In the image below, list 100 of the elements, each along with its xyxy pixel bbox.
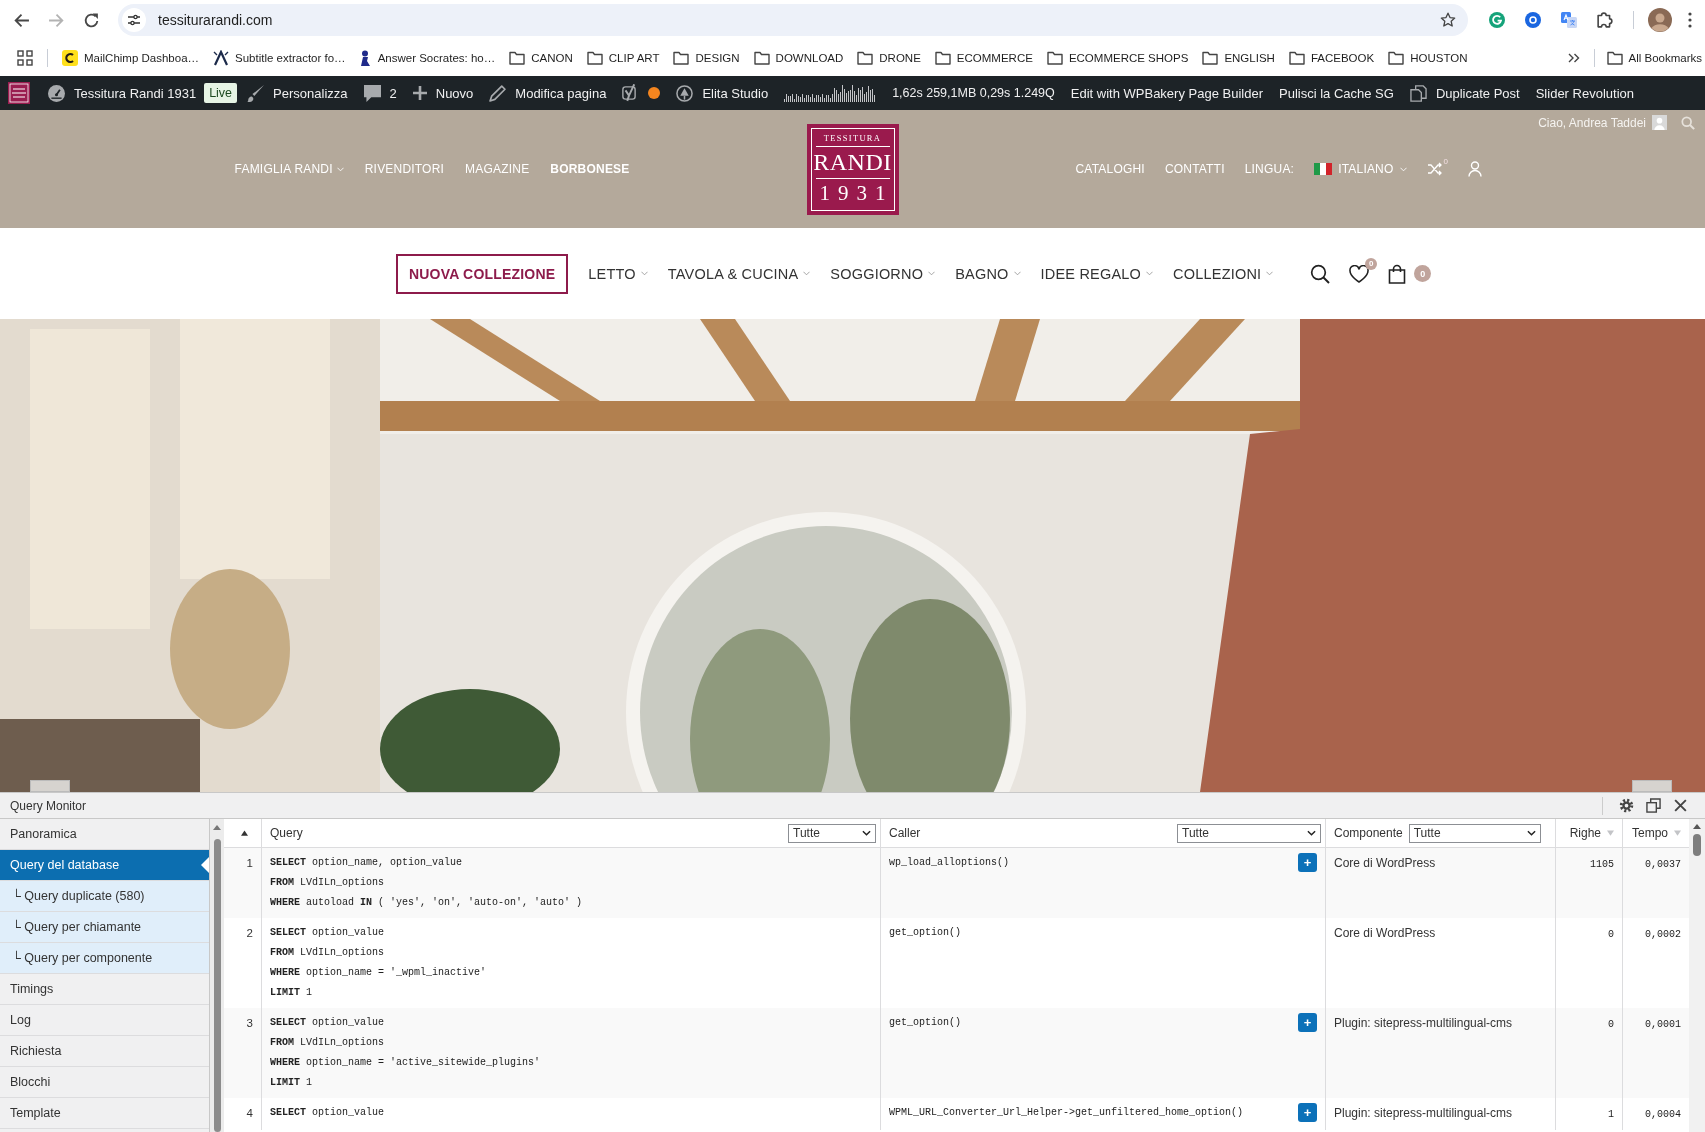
filter-dropdown[interactable]: Tutte xyxy=(1408,823,1541,843)
comments-link[interactable]: 2 xyxy=(363,84,397,102)
scrollbar[interactable] xyxy=(1689,819,1705,1132)
live-badge: Live xyxy=(204,83,238,103)
panel-menu-item[interactable]: Log xyxy=(0,1005,209,1036)
studio-link[interactable]: Elita Studio xyxy=(676,84,769,102)
main-menu-link[interactable]: COLLEZIONI xyxy=(1173,265,1274,282)
bookmark-folder[interactable]: HOUSTON xyxy=(1388,51,1468,65)
y-mark-icon[interactable] xyxy=(622,84,637,102)
sort-button[interactable]: Righe xyxy=(1569,826,1614,840)
panel-menu-item[interactable]: Richiesta xyxy=(0,1036,209,1067)
panel-submenu-item[interactable]: └ Query per componente xyxy=(0,943,209,974)
main-menu-link[interactable]: TAVOLA & CUCINA xyxy=(667,265,811,282)
filter-dropdown[interactable]: Tutte xyxy=(1177,823,1321,843)
bookmark-folder[interactable]: DOWNLOAD xyxy=(753,51,844,65)
admin-bar-link[interactable]: Slider Revolution xyxy=(1535,85,1634,101)
scrollbar[interactable] xyxy=(210,819,224,1132)
slider-tab[interactable] xyxy=(30,780,70,792)
bookmark-star-icon[interactable] xyxy=(1440,12,1456,28)
folder-icon xyxy=(1606,51,1623,65)
puzzle-icon[interactable] xyxy=(1597,12,1613,28)
panel-menu-item[interactable]: Query del database xyxy=(0,850,209,881)
panel-menu-item[interactable]: Timings xyxy=(0,974,209,1005)
chevrons-right-icon[interactable] xyxy=(1567,53,1580,63)
panel-submenu-item[interactable]: └ Query duplicate (580) xyxy=(0,881,209,912)
chevron-down-icon xyxy=(862,830,871,836)
customize-link[interactable]: Personalizza xyxy=(247,84,348,102)
sql-query: SELECT option_value FROM LVdILn_options WHERE option_name = '_wpml_inactive' LIMIT 1 xyxy=(270,926,488,1000)
row-count: 0 xyxy=(1608,929,1614,940)
popout-icon[interactable] xyxy=(1646,798,1661,813)
pencil-icon xyxy=(489,84,507,102)
site-info-icon[interactable] xyxy=(122,8,146,32)
main-menu-link[interactable]: IDEE REGALO xyxy=(1040,265,1154,282)
performance-link[interactable]: 1,62s 259,1MB 0,29s 1.249Q xyxy=(784,84,1055,102)
folder-icon xyxy=(1388,51,1405,65)
main-menu-link[interactable]: BAGNO xyxy=(955,265,1021,282)
translate-icon[interactable] xyxy=(1561,12,1577,28)
chevron-down-icon xyxy=(1307,830,1316,836)
new-collection-button[interactable]: NUOVA COLLEZIONE xyxy=(396,253,569,294)
panel-menu-item[interactable]: Template xyxy=(0,1098,209,1129)
copy-icon xyxy=(1409,84,1427,102)
speech-bubble-icon xyxy=(363,84,381,102)
panel-menu-item[interactable]: Blocchi xyxy=(0,1067,209,1098)
more-menu-icon[interactable] xyxy=(1688,12,1692,28)
caller-function: WPML_URL_Converter_Url_Helper->get_unfiltered_home_option() xyxy=(889,1106,1244,1120)
cart-count-badge: 0 xyxy=(1414,265,1432,282)
brand-logo[interactable]: TESSITURA RANDI 1931 xyxy=(806,123,899,215)
apps-grid-icon[interactable] xyxy=(17,50,33,66)
column-header: Caller xyxy=(889,826,921,840)
scroll-up-icon[interactable] xyxy=(1693,824,1701,829)
figure-icon xyxy=(359,50,372,66)
close-icon[interactable] xyxy=(1673,798,1688,813)
back-icon[interactable] xyxy=(13,11,30,29)
folder-icon xyxy=(1202,51,1219,65)
bookmark-folder[interactable]: DESIGN xyxy=(673,51,740,65)
admin-bar-link[interactable]: Pulisci la Cache SG xyxy=(1279,85,1394,101)
bookmark-link[interactable]: MailChimp Dashboa… xyxy=(62,50,200,66)
scrollbar-thumb[interactable] xyxy=(213,839,221,1132)
settings-icon[interactable] xyxy=(1619,798,1634,813)
sort-ascending-icon[interactable] xyxy=(241,830,248,836)
bookmark-folder[interactable]: ECOMMERCE SHOPS xyxy=(1046,51,1189,65)
expand-button[interactable]: + xyxy=(1298,853,1317,872)
heart-icon[interactable] xyxy=(1349,264,1370,283)
component-name: Core di WordPress xyxy=(1334,926,1436,940)
edit-page-link[interactable]: Modifica pagina xyxy=(489,84,607,102)
reload-icon[interactable] xyxy=(83,11,100,29)
admin-bar-link[interactable]: Edit with WPBakery Page Builder xyxy=(1070,85,1263,101)
bookmark-folder[interactable]: ECOMMERCE xyxy=(934,51,1033,65)
address-bar[interactable]: tessiturarandi.com xyxy=(118,4,1468,36)
circle-logo-icon[interactable] xyxy=(1525,12,1541,28)
row-count: 1 xyxy=(1608,1109,1614,1120)
g-logo-icon[interactable] xyxy=(1489,12,1505,28)
new-content-link[interactable]: Nuovo xyxy=(412,85,474,101)
bookmark-folder[interactable]: ENGLISH xyxy=(1202,51,1275,65)
search-icon[interactable] xyxy=(1310,263,1331,284)
filter-dropdown[interactable]: Tutte xyxy=(788,823,876,843)
site-logo-icon[interactable] xyxy=(8,82,30,104)
expand-button[interactable]: + xyxy=(1298,1013,1317,1032)
panel-submenu-item[interactable]: └ Query per chiamante xyxy=(0,912,209,943)
bookmark-folder[interactable]: FACEBOOK xyxy=(1288,51,1375,65)
row-number: 3 xyxy=(246,1017,253,1029)
expand-button[interactable]: + xyxy=(1298,1103,1317,1122)
bookmark-folder[interactable]: CANON xyxy=(509,51,573,65)
bookmark-folder[interactable]: CLIP ART xyxy=(586,51,660,65)
bookmark-link[interactable]: Answer Socrates: ho… xyxy=(359,50,496,66)
scrollbar-thumb[interactable] xyxy=(1693,834,1701,856)
all-bookmarks-link[interactable]: All Bookmarks xyxy=(1606,51,1702,65)
main-menu-link[interactable]: SOGGIORNO xyxy=(830,265,936,282)
shopping-bag-icon[interactable] xyxy=(1388,263,1407,284)
scroll-up-icon[interactable] xyxy=(213,825,221,830)
profile-avatar[interactable] xyxy=(1648,8,1672,32)
c-logo-icon xyxy=(62,50,78,66)
duplicate-post-link[interactable]: Duplicate Post xyxy=(1409,84,1520,102)
sort-button[interactable]: Tempo xyxy=(1631,826,1681,840)
main-menu-link[interactable]: LETTO xyxy=(588,265,648,282)
bookmark-link[interactable]: Subtitle extractor fo… xyxy=(213,50,346,66)
folder-icon xyxy=(1046,51,1063,65)
site-name-link[interactable]: Tessitura Randi 1931 xyxy=(48,84,197,102)
slider-tab[interactable] xyxy=(1632,780,1672,792)
bookmark-folder[interactable]: DRONE xyxy=(857,51,921,65)
